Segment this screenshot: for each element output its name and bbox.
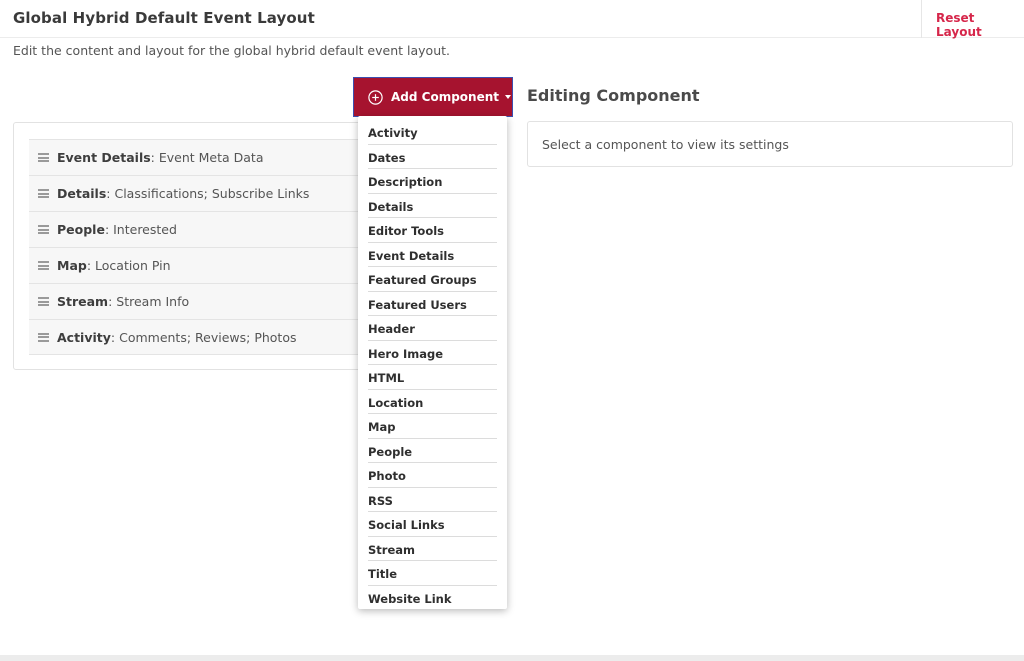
page-subtitle: Edit the content and layout for the glob… bbox=[13, 43, 450, 58]
layout-list: Event Details: Event Meta Data Details: … bbox=[29, 139, 369, 355]
layout-row-name: Stream bbox=[57, 294, 109, 309]
menu-item-activity[interactable]: Activity bbox=[368, 120, 497, 145]
menu-item-featured-groups[interactable]: Featured Groups bbox=[368, 267, 497, 292]
menu-item-event-details[interactable]: Event Details bbox=[368, 243, 497, 267]
menu-item-website-link[interactable]: Website Link bbox=[368, 586, 497, 611]
drag-handle-icon[interactable] bbox=[38, 189, 49, 198]
menu-item-featured-users[interactable]: Featured Users bbox=[368, 292, 497, 316]
reset-layout-link[interactable]: Reset Layout bbox=[936, 11, 1024, 39]
top-bar: Global Hybrid Default Event Layout Reset… bbox=[0, 0, 1024, 39]
menu-item-rss[interactable]: RSS bbox=[368, 488, 497, 512]
layout-row-event-details[interactable]: Event Details: Event Meta Data bbox=[29, 139, 369, 175]
layout-panel: Event Details: Event Meta Data Details: … bbox=[13, 122, 373, 370]
layout-row-details[interactable]: Details: Classifications; Subscribe Link… bbox=[29, 175, 369, 211]
layout-row-name: Event Details bbox=[57, 150, 151, 165]
menu-item-description[interactable]: Description bbox=[368, 169, 497, 194]
drag-handle-icon[interactable] bbox=[38, 153, 49, 162]
plus-circle-icon bbox=[368, 89, 383, 105]
add-component-label: Add Component bbox=[391, 90, 499, 104]
menu-item-stream[interactable]: Stream bbox=[368, 537, 497, 561]
add-component-button[interactable]: Add Component bbox=[353, 77, 513, 117]
layout-row-detail: : Event Meta Data bbox=[150, 150, 264, 165]
drag-handle-icon[interactable] bbox=[38, 261, 49, 270]
menu-item-html[interactable]: HTML bbox=[368, 365, 497, 390]
layout-row-name: People bbox=[57, 222, 105, 237]
menu-item-social-links[interactable]: Social Links bbox=[368, 512, 497, 537]
layout-row-people[interactable]: People: Interested bbox=[29, 211, 369, 247]
layout-row-detail: : Comments; Reviews; Photos bbox=[110, 329, 297, 345]
menu-item-location[interactable]: Location bbox=[368, 390, 497, 414]
layout-row-map[interactable]: Map: Location Pin bbox=[29, 247, 369, 283]
layout-row-name: Activity bbox=[57, 329, 111, 345]
layout-row-name: Details bbox=[57, 186, 107, 201]
menu-item-map[interactable]: Map bbox=[368, 414, 497, 439]
menu-item-title[interactable]: Title bbox=[368, 561, 497, 586]
menu-item-hero-image[interactable]: Hero Image bbox=[368, 341, 497, 365]
bottom-strip bbox=[0, 655, 1024, 661]
settings-placeholder: Select a component to view its settings bbox=[542, 137, 789, 152]
page-title: Global Hybrid Default Event Layout bbox=[13, 9, 315, 27]
layout-row-detail: : Interested bbox=[104, 222, 177, 237]
layout-row-detail: : Stream Info bbox=[108, 294, 190, 309]
layout-row-activity[interactable]: Activity: Comments; Reviews; Photos bbox=[29, 319, 369, 355]
menu-item-details[interactable]: Details bbox=[368, 194, 497, 218]
drag-handle-icon[interactable] bbox=[38, 225, 49, 234]
layout-row-name: Map bbox=[57, 258, 87, 273]
drag-handle-icon[interactable] bbox=[38, 332, 49, 342]
menu-item-people[interactable]: People bbox=[368, 439, 497, 463]
drag-handle-icon[interactable] bbox=[38, 297, 49, 306]
editing-component-title: Editing Component bbox=[527, 86, 700, 105]
layout-row-stream[interactable]: Stream: Stream Info bbox=[29, 283, 369, 319]
menu-item-header[interactable]: Header bbox=[368, 316, 497, 341]
menu-item-dates[interactable]: Dates bbox=[368, 145, 497, 169]
add-component-dropdown: Activity Dates Description Details Edito… bbox=[358, 116, 507, 609]
layout-row-detail: : Location Pin bbox=[86, 258, 171, 273]
layout-row-detail: : Classifications; Subscribe Links bbox=[106, 186, 310, 201]
menu-item-editor-tools[interactable]: Editor Tools bbox=[368, 218, 497, 243]
topbar-divider bbox=[921, 0, 922, 38]
menu-item-photo[interactable]: Photo bbox=[368, 463, 497, 488]
component-settings-box: Select a component to view its settings bbox=[527, 121, 1013, 167]
caret-down-icon bbox=[505, 95, 511, 99]
